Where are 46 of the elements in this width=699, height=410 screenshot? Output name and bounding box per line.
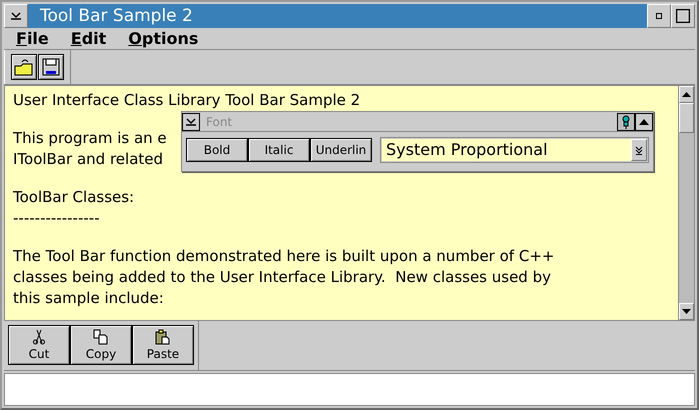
font-name-value: System Proportional xyxy=(382,139,631,161)
style-button[interactable]: Italic xyxy=(248,138,310,162)
text-line: User Interface Class Library Tool Bar Sample 2 xyxy=(13,90,360,111)
text-line: ToolBar Classes: xyxy=(13,187,134,208)
menu-item[interactable]: File xyxy=(16,29,49,48)
text-line: classes being added to the User Interface Library. New classes used by xyxy=(13,267,551,288)
vertical-scrollbar[interactable] xyxy=(678,86,694,320)
dropdown-button[interactable] xyxy=(631,139,647,161)
scroll-up-button[interactable] xyxy=(679,86,694,103)
cut-button[interactable]: Cut xyxy=(8,325,70,365)
dropdown-icon xyxy=(635,146,643,154)
text-line: IToolBar and related xyxy=(13,149,164,170)
collapse-button[interactable] xyxy=(635,112,653,130)
style-button[interactable]: Bold xyxy=(186,138,248,162)
minimize-button[interactable] xyxy=(647,4,671,28)
maximize-icon xyxy=(676,9,690,23)
text-line: The Tool Bar function demonstrated here is built upon a number of C++ xyxy=(13,246,554,267)
menu-icon xyxy=(185,116,197,126)
menu-icon xyxy=(10,11,22,21)
text-line: This program is an e xyxy=(13,128,167,149)
maximize-button[interactable] xyxy=(671,4,695,28)
menu-item[interactable]: Edit xyxy=(70,29,106,48)
window-title: Tool Bar Sample 2 xyxy=(39,5,194,28)
copy-icon xyxy=(93,329,109,345)
menu-item[interactable]: Options xyxy=(128,29,198,48)
system-menu-button[interactable] xyxy=(182,112,200,130)
clipboard-icon xyxy=(155,329,171,345)
minimize-icon xyxy=(656,13,662,19)
window-title: Font xyxy=(205,114,234,128)
down-arrow-icon xyxy=(682,309,691,314)
open-button[interactable] xyxy=(11,54,37,80)
folder-icon xyxy=(14,58,34,76)
pin-button[interactable] xyxy=(617,112,635,130)
copy-button[interactable]: Copy xyxy=(70,325,132,365)
text-line: this sample include: xyxy=(13,288,164,309)
style-button[interactable]: Underlin xyxy=(310,138,372,162)
pin-icon xyxy=(621,114,631,128)
up-arrow-icon xyxy=(639,118,649,124)
scroll-down-button[interactable] xyxy=(679,303,694,320)
save-button[interactable] xyxy=(38,54,64,80)
up-arrow-icon xyxy=(682,92,691,97)
scissors-icon xyxy=(32,329,46,345)
text-line: ---------------- xyxy=(13,208,100,229)
scroll-thumb[interactable] xyxy=(679,103,694,133)
font-combo-box[interactable]: System Proportional xyxy=(380,137,649,163)
paste-button[interactable]: Paste xyxy=(132,325,194,365)
